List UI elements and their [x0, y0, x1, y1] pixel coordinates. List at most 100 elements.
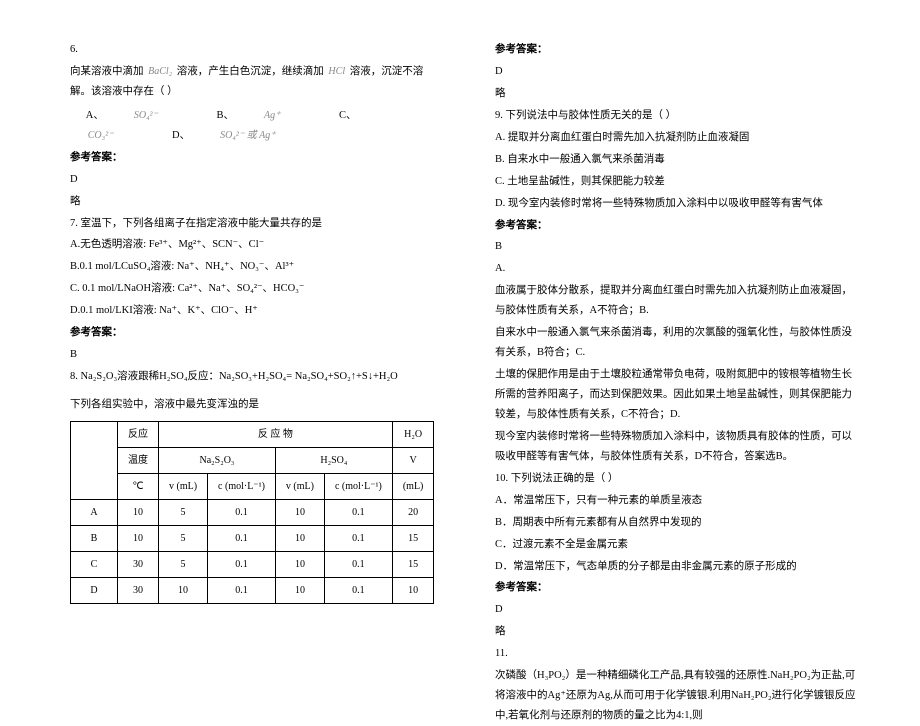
q6-stem: 向某溶液中滴加 BaCl₂ 溶液，产生白色沉淀，继续滴加 HCl 溶液，沉淀不溶… — [70, 62, 435, 102]
q6-text-a: 向某溶液中滴加 — [70, 66, 144, 77]
th-tempunit: ℃ — [118, 473, 159, 499]
formula-hcl: HCl — [328, 62, 345, 81]
page-container: 6. 向某溶液中滴加 BaCl₂ 溶液，产生白色沉淀，继续滴加 HCl 溶液，沉… — [0, 0, 920, 651]
opt-b-label: B、 — [216, 110, 234, 121]
opt-d-val: SO₄²⁻ 或 Ag⁺ — [220, 126, 275, 145]
q9-opt-c: C. 土地呈盐碱性，则其保肥能力较差 — [495, 172, 860, 192]
q7-opt-c: C. 0.1 mol/LNaOH溶液: Ca²⁺、Na⁺、SO₄²⁻、HCO₃⁻ — [70, 279, 435, 299]
q6-lue: 略 — [70, 192, 435, 212]
table-cell: 20 — [392, 499, 434, 525]
answer-label: 参考答案： — [495, 216, 860, 236]
table-cell: 15 — [392, 525, 434, 551]
table-cell: 0.1 — [324, 577, 392, 603]
table-row: B1050.1100.115 — [71, 525, 434, 551]
table-cell: 0.1 — [324, 551, 392, 577]
q10-opt-d: D．常温常压下，气态单质的分子都是由非金属元素的原子形成的 — [495, 557, 860, 577]
th-v: V — [392, 447, 434, 473]
q7-answer: B — [70, 345, 435, 365]
q6-number: 6. — [70, 40, 435, 60]
table-cell: 10 — [118, 499, 159, 525]
table-header-row-1: 反应 反 应 物 H₂O — [71, 421, 434, 447]
opt-c-val: CO₃²⁻ — [88, 126, 114, 145]
q9-opt-b: B. 自来水中一般通入氯气来杀菌消毒 — [495, 150, 860, 170]
table-cell: D — [71, 577, 118, 603]
q10-answer: D — [495, 600, 860, 620]
answer-label: 参考答案： — [70, 148, 435, 168]
q10-lue: 略 — [495, 622, 860, 642]
opt-a-val: SO₄²⁻ — [134, 106, 158, 125]
answer-label: 参考答案： — [70, 323, 435, 343]
q7-opt-d: D.0.1 mol/LKI溶液: Na⁺、K⁺、ClO⁻、H⁺ — [70, 301, 435, 321]
q7-stem: 7. 室温下，下列各组离子在指定溶液中能大量共存的是 — [70, 214, 435, 234]
table-cell: 0.1 — [324, 525, 392, 551]
answer-label: 参考答案： — [495, 40, 860, 60]
right-column: 参考答案： D 略 9. 下列说法中与胶体性质无关的是（ ） A. 提取并分离血… — [495, 40, 860, 641]
q8-table: 反应 反 应 物 H₂O 温度 Na₂S₂O₃ H₂SO₄ V ℃ v (mL)… — [70, 421, 434, 604]
opt-c-label: C、 — [339, 110, 357, 121]
q9-opt-d: D. 现今室内装修时常将一些特殊物质加入涂料中以吸收甲醛等有害气体 — [495, 194, 860, 214]
th-h2so4: H₂SO₄ — [275, 447, 392, 473]
opt-a-label: A、 — [86, 110, 104, 121]
table-cell: 5 — [159, 499, 208, 525]
table-header-row-3: ℃ v (mL) c (mol·L⁻¹) v (mL) c (mol·L⁻¹) … — [71, 473, 434, 499]
r1-lue: 略 — [495, 84, 860, 104]
table-cell: 10 — [392, 577, 434, 603]
q9-exp-1: 血液属于胶体分散系，提取并分离血红蛋白时需先加入抗凝剂防止血液凝固，与胶体性质有… — [495, 281, 860, 321]
table-cell: 10 — [275, 525, 324, 551]
table-cell: 0.1 — [324, 499, 392, 525]
q10-opt-b: B．周期表中所有元素都有从自然界中发现的 — [495, 513, 860, 533]
q11-number: 11. — [495, 644, 860, 664]
q9-exp-a: A. — [495, 259, 860, 279]
opt-b-val: Ag⁺ — [264, 106, 280, 125]
table-row: C3050.1100.115 — [71, 551, 434, 577]
table-body: A1050.1100.120B1050.1100.115C3050.1100.1… — [71, 499, 434, 603]
table-cell: 5 — [159, 551, 208, 577]
q10-opt-a: A．常温常压下，只有一种元素的单质呈液态 — [495, 491, 860, 511]
q9-exp-2: 自来水中一般通入氯气来杀菌消毒，利用的次氯酸的强氧化性，与胶体性质没有关系，B符… — [495, 323, 860, 363]
th-h2o: H₂O — [392, 421, 434, 447]
left-column: 6. 向某溶液中滴加 BaCl₂ 溶液，产生白色沉淀，继续滴加 HCl 溶液，沉… — [70, 40, 435, 641]
table-cell: 10 — [275, 551, 324, 577]
q9-stem: 9. 下列说法中与胶体性质无关的是（ ） — [495, 106, 860, 126]
table-cell: B — [71, 525, 118, 551]
answer-label: 参考答案： — [495, 578, 860, 598]
table-cell: 30 — [118, 577, 159, 603]
table-cell: 15 — [392, 551, 434, 577]
th-ml: (mL) — [392, 473, 434, 499]
q7-opt-b: B.0.1 mol/LCuSO₄溶液: Na⁺、NH₄⁺、NO₃⁻、Al³⁺ — [70, 257, 435, 277]
table-cell: 0.1 — [208, 499, 276, 525]
th-cmol-2: c (mol·L⁻¹) — [324, 473, 392, 499]
q10-stem: 10. 下列说法正确的是（ ） — [495, 469, 860, 489]
q9-answer: B — [495, 237, 860, 257]
table-cell: 5 — [159, 525, 208, 551]
table-cell: 0.1 — [208, 525, 276, 551]
q9-opt-a: A. 提取并分离血红蛋白时需先加入抗凝剂防止血液凝固 — [495, 128, 860, 148]
table-cell: 10 — [275, 499, 324, 525]
th-substance: 反 应 物 — [159, 421, 393, 447]
th-vml-1: v (mL) — [159, 473, 208, 499]
table-cell: 0.1 — [208, 551, 276, 577]
formula-bacl2: BaCl₂ — [148, 62, 172, 81]
table-header-row-2: 温度 Na₂S₂O₃ H₂SO₄ V — [71, 447, 434, 473]
table-cell: C — [71, 551, 118, 577]
opt-d-label: D、 — [172, 130, 190, 141]
table-row: A1050.1100.120 — [71, 499, 434, 525]
q6-options: A、 SO₄²⁻ B、 Ag⁺ C、 CO₃²⁻ D、 SO₄²⁻ 或 Ag⁺ — [70, 106, 435, 146]
q11-body: 次磷酸（H₃PO₂）是一种精细磷化工产品,具有较强的还原性.NaH₂PO₂为正盐… — [495, 666, 860, 726]
q6-answer: D — [70, 170, 435, 190]
table-cell: 10 — [159, 577, 208, 603]
th-na2s2o3: Na₂S₂O₃ — [159, 447, 276, 473]
th-reaction: 反应 — [118, 421, 159, 447]
q8-sub: 下列各组实验中，溶液中最先变浑浊的是 — [70, 395, 435, 415]
q6-text-b: 溶液，产生白色沉淀，继续滴加 — [177, 66, 324, 77]
table-cell: A — [71, 499, 118, 525]
table-cell: 10 — [118, 525, 159, 551]
q8-stem: 8. Na₂S₂O₃溶液跟稀H₂SO₄反应：Na₂SO₃+H₂SO₄= Na₂S… — [70, 367, 435, 387]
th-temp: 温度 — [118, 447, 159, 473]
th-cmol-1: c (mol·L⁻¹) — [208, 473, 276, 499]
table-cell: 0.1 — [208, 577, 276, 603]
q7-opt-a: A.无色透明溶液: Fe³⁺、Mg²⁺、SCN⁻、Cl⁻ — [70, 235, 435, 255]
q9-exp-3: 土壤的保肥作用是由于土壤胶粒通常带负电荷，吸附氮肥中的铵根等植物生长所需的营养阳… — [495, 365, 860, 425]
table-cell: 30 — [118, 551, 159, 577]
th-vml-2: v (mL) — [275, 473, 324, 499]
